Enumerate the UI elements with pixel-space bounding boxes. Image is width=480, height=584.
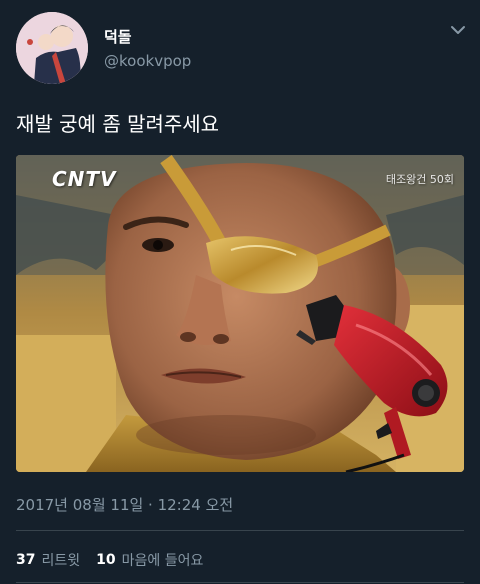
tweet-media-image[interactable]: CNTV 태조왕건 50회 (16, 155, 464, 472)
user-handle[interactable]: @kookvpop (104, 52, 191, 70)
watermark-left: CNTV (52, 167, 117, 191)
tweet-stats: 37 리트윗 10 마음에 들어요 (16, 550, 219, 570)
watermark-right: 태조왕건 50회 (385, 173, 454, 186)
retweet-count: 37 (16, 552, 36, 568)
retweet-stat[interactable]: 37 리트윗 (16, 550, 80, 570)
divider (16, 582, 464, 583)
like-label: 마음에 들어요 (121, 553, 204, 569)
like-count: 10 (96, 552, 116, 568)
retweet-label: 리트윗 (41, 553, 81, 569)
divider (16, 530, 464, 531)
display-name[interactable]: 덕돌 (104, 26, 132, 47)
tweet-timestamp[interactable]: 2017년 08월 11일 · 12:24 오전 (16, 494, 233, 515)
like-stat[interactable]: 10 마음에 들어요 (96, 550, 203, 570)
tweet-text: 재발 궁예 좀 말려주세요 (16, 112, 220, 136)
avatar[interactable] (16, 12, 88, 84)
chevron-down-icon[interactable] (448, 22, 468, 38)
